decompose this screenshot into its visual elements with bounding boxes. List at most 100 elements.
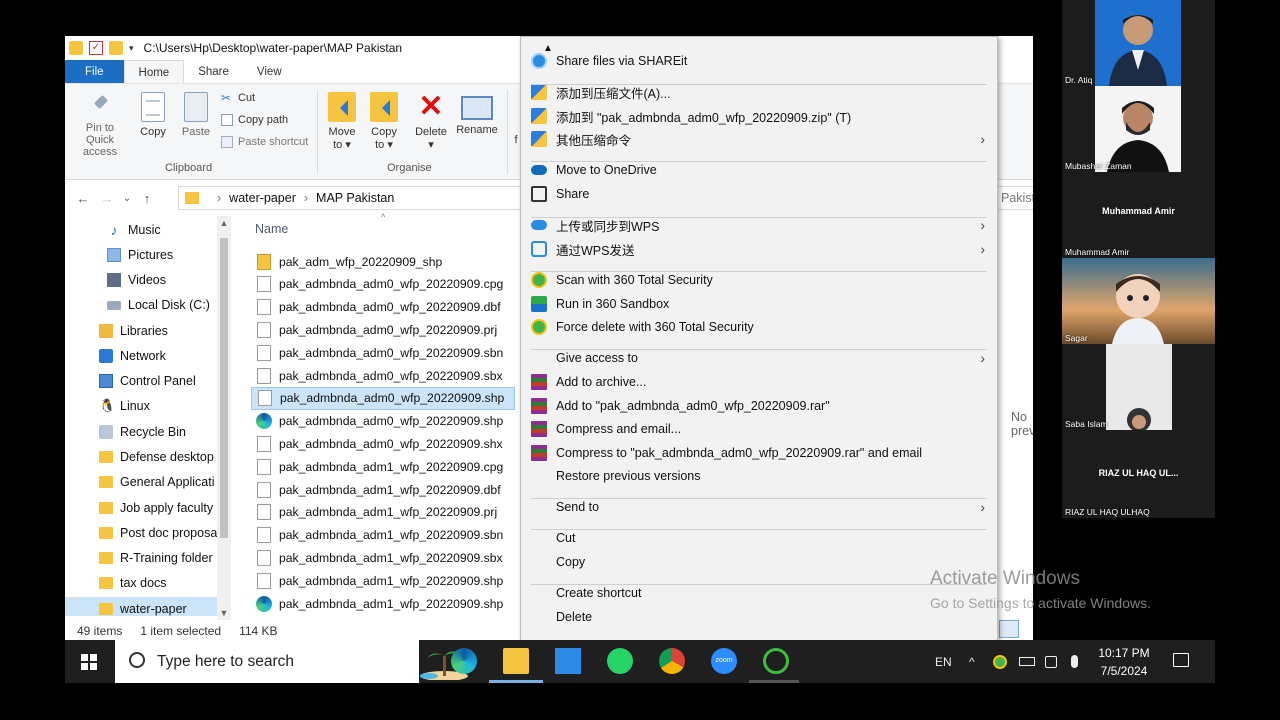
file-row[interactable]: pak_admbnda_adm0_wfp_20220909.shx xyxy=(251,432,515,455)
nav-item-water-paper[interactable]: water-paper xyxy=(65,597,217,616)
file-row[interactable]: pak_admbnda_adm1_wfp_20220909.sbn xyxy=(251,524,515,547)
nav-item-job-apply[interactable]: Job apply faculty xyxy=(65,496,217,520)
paste-shortcut-button[interactable]: Paste shortcut xyxy=(221,136,308,148)
recent-locations-icon[interactable]: ⌄ xyxy=(119,193,135,204)
file-row[interactable]: pak_admbnda_adm0_wfp_20220909.cpg xyxy=(251,273,515,296)
scrollbar-thumb[interactable] xyxy=(220,238,228,538)
copy-button[interactable]: Copy xyxy=(137,92,169,138)
nav-item-pictures[interactable]: Pictures xyxy=(65,243,217,267)
zoom-taskbar-icon[interactable]: zoom xyxy=(711,648,737,674)
nav-item-videos[interactable]: Videos xyxy=(65,268,217,292)
edge-taskbar-icon[interactable] xyxy=(451,648,477,674)
menu-item[interactable]: Create shortcut xyxy=(521,582,997,604)
file-row[interactable]: pak_admbnda_adm0_wfp_20220909.shp xyxy=(251,410,515,433)
nav-item-local-disk[interactable]: Local Disk (C:) xyxy=(65,293,217,317)
taskbar-search-box[interactable]: Type here to search xyxy=(115,640,468,683)
menu-item[interactable]: Give access to › xyxy=(521,347,997,369)
participant-tile[interactable]: Mubasher Zaman xyxy=(1062,86,1215,172)
file-row[interactable]: pak_adm_wfp_20220909_shp xyxy=(251,250,515,273)
nav-item-post-doc[interactable]: Post doc proposa xyxy=(65,521,217,545)
file-row[interactable]: pak_admbnda_adm1_wfp_20220909.sbx xyxy=(251,546,515,569)
file-row[interactable]: pak_admbnda_adm1_wfp_20220909.shp xyxy=(251,592,515,615)
move-to-button[interactable]: Move to ▾ xyxy=(325,92,359,151)
copy-to-button[interactable]: Copy to ▾ xyxy=(367,92,401,151)
nav-item-tax-docs[interactable]: tax docs xyxy=(65,571,217,595)
menu-item[interactable]: 添加到 "pak_admbnda_adm0_wfp_20220909.zip" … xyxy=(521,105,997,127)
menu-item[interactable]: Scan with 360 Total Security xyxy=(521,269,997,291)
cut-button[interactable]: ✂ Cut xyxy=(221,92,255,104)
menu-item[interactable]: Restore previous versions xyxy=(521,465,997,487)
menu-item[interactable]: Move to OneDrive xyxy=(521,159,997,181)
menu-item[interactable]: Add to archive... xyxy=(521,371,997,393)
menu-item[interactable]: Share xyxy=(521,183,997,205)
nav-item-control-panel[interactable]: Control Panel xyxy=(65,369,217,393)
nav-item-music[interactable]: ♪ Music xyxy=(65,218,217,242)
menu-item[interactable]: Share files via SHAREit xyxy=(521,50,997,72)
participant-tile[interactable]: Muhammad Amir Muhammad Amir xyxy=(1062,172,1215,258)
large-icons-view-icon[interactable] xyxy=(999,620,1019,638)
menu-item[interactable]: Send to › xyxy=(521,496,997,518)
delete-button[interactable]: ✕ Delete ▾ xyxy=(413,92,449,152)
file-row[interactable]: pak_admbnda_adm1_wfp_20220909.dbf xyxy=(251,478,515,501)
menu-item[interactable]: Delete xyxy=(521,606,997,628)
file-row[interactable]: pak_admbnda_adm1_wfp_20220909.shp xyxy=(251,569,515,592)
tab-file[interactable]: File xyxy=(65,60,124,83)
participant-tile[interactable]: Saba Islam xyxy=(1062,344,1215,430)
copy-path-button[interactable]: Copy path xyxy=(221,114,288,126)
participant-tile[interactable]: Sagar xyxy=(1062,258,1215,344)
file-row[interactable]: pak_admbnda_adm0_wfp_20220909.dbf xyxy=(251,296,515,319)
column-header-name[interactable]: Name xyxy=(255,222,288,236)
chrome-taskbar-icon[interactable] xyxy=(659,648,685,674)
file-row[interactable]: pak_admbnda_adm0_wfp_20220909.sbx xyxy=(251,364,515,387)
file-explorer-taskbar-icon[interactable] xyxy=(503,648,529,674)
tray-overflow-icon[interactable]: ^ xyxy=(969,640,975,683)
file-row[interactable]: pak_admbnda_adm0_wfp_20220909.sbn xyxy=(251,341,515,364)
menu-item[interactable]: Run in 360 Sandbox xyxy=(521,293,997,315)
language-indicator[interactable]: EN xyxy=(935,640,952,683)
tab-view[interactable]: View xyxy=(243,60,296,83)
quick-access-dropdown-icon[interactable]: ▾ xyxy=(129,43,134,54)
microphone-icon[interactable] xyxy=(1071,640,1078,683)
battery-icon[interactable] xyxy=(1019,640,1035,683)
file-row[interactable]: pak_admbnda_adm0_wfp_20220909.shp xyxy=(251,386,515,410)
back-arrow-icon[interactable]: ← xyxy=(71,191,95,206)
search-box-text[interactable]: Pakistan xyxy=(1001,191,1033,205)
menu-item[interactable]: Compress to "pak_admbnda_adm0_wfp_202209… xyxy=(521,442,997,464)
menu-item[interactable]: Add to "pak_admbnda_adm0_wfp_20220909.ra… xyxy=(521,395,997,417)
rename-button[interactable]: Rename xyxy=(455,92,499,136)
menu-item[interactable]: 通过WPS发送 › xyxy=(521,238,997,260)
participant-tile[interactable]: Dr. Atiq xyxy=(1062,0,1215,86)
pin-to-quick-access-button[interactable]: Pin to Quick access xyxy=(71,94,129,158)
nav-item-defense-desktop[interactable]: Defense desktop xyxy=(65,445,217,469)
tray-360-icon[interactable] xyxy=(993,640,1007,683)
nav-item-recycle-bin[interactable]: Recycle Bin xyxy=(65,420,217,444)
sync-taskbar-icon[interactable] xyxy=(763,648,789,674)
file-row[interactable]: pak_admbnda_adm0_wfp_20220909.prj xyxy=(251,318,515,341)
menu-item[interactable]: Compress and email... xyxy=(521,418,997,440)
properties-icon[interactable]: ✓ xyxy=(89,41,103,55)
mail-taskbar-icon[interactable] xyxy=(555,648,581,674)
forward-arrow-icon[interactable]: → xyxy=(95,191,119,206)
menu-item[interactable]: Cut xyxy=(521,527,997,549)
nav-item-network[interactable]: Network xyxy=(65,344,217,368)
start-button[interactable] xyxy=(65,640,113,683)
file-row[interactable]: pak_admbnda_adm1_wfp_20220909.prj xyxy=(251,501,515,524)
scroll-down-icon[interactable]: ▼ xyxy=(217,608,231,618)
nav-item-general-applications[interactable]: General Applicati xyxy=(65,470,217,494)
whatsapp-taskbar-icon[interactable] xyxy=(607,648,633,674)
tab-share[interactable]: Share xyxy=(184,60,243,83)
nav-item-libraries[interactable]: Libraries xyxy=(65,319,217,343)
clock[interactable]: 10:17 PM 7/5/2024 xyxy=(1098,644,1150,680)
scroll-up-icon[interactable]: ▲ xyxy=(217,218,231,228)
nav-item-linux[interactable]: 🐧 Linux xyxy=(65,394,217,418)
menu-item[interactable]: Copy xyxy=(521,551,997,573)
menu-item[interactable]: Force delete with 360 Total Security xyxy=(521,316,997,338)
nav-scrollbar[interactable]: ▲ ▼ xyxy=(217,216,231,620)
menu-item[interactable]: 其他压缩命令 › xyxy=(521,128,997,150)
breadcrumb-map-pakistan[interactable]: MAP Pakistan xyxy=(316,191,394,205)
participant-tile[interactable]: RIAZ UL HAQ UL... RIAZ UL HAQ ULHAQ xyxy=(1062,430,1215,518)
up-arrow-icon[interactable]: ↑ xyxy=(135,191,159,206)
paste-button[interactable]: Paste xyxy=(179,92,213,138)
new-folder-icon[interactable] xyxy=(109,41,123,55)
tab-home[interactable]: Home xyxy=(123,60,185,83)
